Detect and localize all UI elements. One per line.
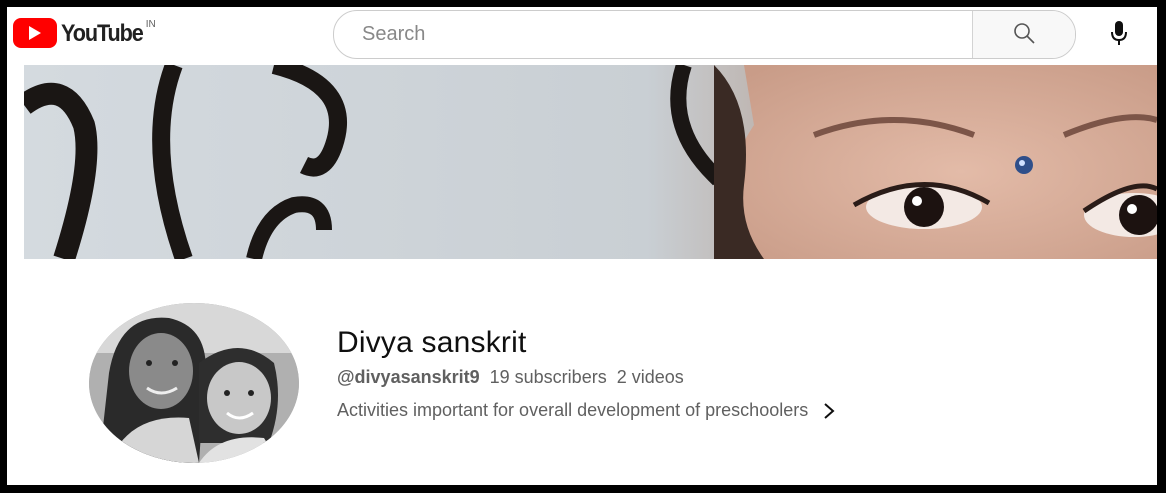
channel-handle: @divyasanskrit9 <box>337 367 480 387</box>
chevron-right-icon <box>822 402 836 420</box>
channel-banner <box>24 65 1157 259</box>
search-box <box>333 10 1076 59</box>
channel-description-link[interactable]: Activities important for overall develop… <box>337 400 836 421</box>
microphone-icon <box>1110 20 1128 51</box>
browser-page: YouTube IN Search Divya sanskrit @divyas… <box>7 7 1157 485</box>
channel-meta: @divyasanskrit9 19 subscribers 2 videos <box>337 367 836 388</box>
youtube-logo[interactable]: YouTube IN <box>13 18 156 49</box>
youtube-logo-icon <box>13 18 57 48</box>
subscriber-count: 19 subscribers <box>489 367 607 387</box>
country-code: IN <box>145 19 156 30</box>
channel-description: Activities important for overall develop… <box>337 400 809 420</box>
channel-name: Divya sanskrit <box>337 326 527 359</box>
channel-avatar[interactable] <box>89 303 299 463</box>
channel-info: Divya sanskrit @divyasanskrit9 19 subscr… <box>337 325 836 421</box>
search-icon <box>1012 21 1036 48</box>
logo-wordmark: YouTube <box>61 20 144 47</box>
search-button[interactable] <box>972 11 1075 58</box>
voice-search-button[interactable] <box>1099 15 1139 55</box>
video-count: 2 videos <box>616 367 684 387</box>
search-input[interactable] <box>334 11 972 58</box>
masthead: YouTube IN <box>7 7 1157 65</box>
